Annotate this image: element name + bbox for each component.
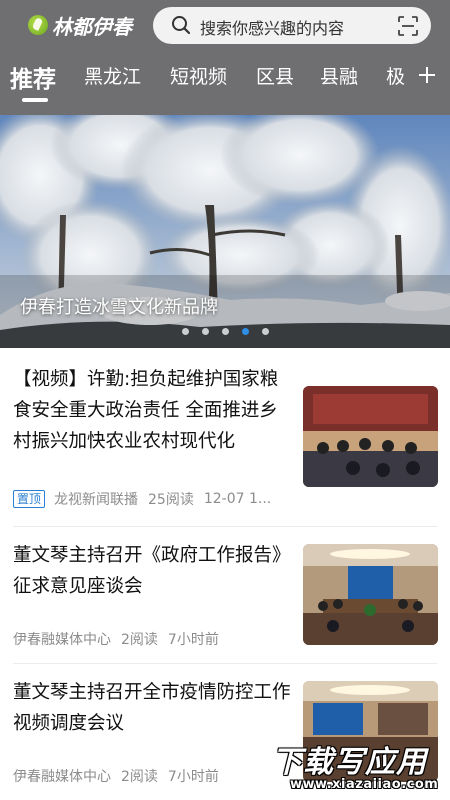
tab-recommend[interactable]: 推荐 — [10, 60, 56, 94]
watermark: 下载写应用 www.xiazaiiao.com — [268, 735, 446, 797]
add-channel-icon[interactable] — [416, 64, 438, 86]
tab-county-media[interactable]: 县融 — [320, 62, 358, 89]
carousel-dot[interactable] — [202, 328, 209, 335]
news-title[interactable]: 董文琴主持召开《政府工作报告》征求意见座谈会 — [13, 540, 293, 602]
watermark-url: www.xiazaiiao.com — [290, 777, 439, 792]
news-read-count: 2阅读 — [121, 769, 158, 785]
tab-more-truncated[interactable]: 极 — [386, 62, 405, 89]
news-thumbnail[interactable] — [303, 386, 438, 487]
news-meta: 伊春融媒体中心 2阅读 7小时前 — [13, 629, 229, 649]
active-tab-indicator — [22, 98, 48, 102]
news-source: 伊春融媒体中心 — [13, 769, 111, 785]
news-time: 12-07 1... — [203, 491, 272, 507]
news-source: 伊春融媒体中心 — [13, 632, 111, 648]
banner-carousel[interactable]: 伊春打造冰雪文化新品牌 — [0, 115, 450, 348]
channel-tabs: 推荐 黑龙江 短视频 区县 县融 极 — [0, 58, 450, 102]
header: 林都伊春 搜索你感兴趣的内容 推荐 黑龙江 短视频 区县 县融 极 — [0, 0, 450, 115]
carousel-dot-active[interactable] — [242, 328, 249, 335]
pinned-badge: 置顶 — [13, 490, 46, 508]
leaf-logo-icon — [28, 15, 48, 35]
tab-heilongjiang[interactable]: 黑龙江 — [84, 62, 141, 89]
news-title[interactable]: 【视频】许勤:担负起维护国家粮食安全重大政治责任 全面推进乡村振兴加快农业农村现… — [13, 364, 293, 457]
search-placeholder: 搜索你感兴趣的内容 — [200, 19, 345, 38]
carousel-dot[interactable] — [182, 328, 189, 335]
news-title[interactable]: 董文琴主持召开全市疫情防控工作视频调度会议 — [13, 677, 293, 739]
news-list-item[interactable]: 董文琴主持召开《政府工作报告》征求意见座谈会 伊春融媒体中心 2阅读 7小时前 — [0, 527, 450, 665]
watermark-main: 下载写应用 — [272, 745, 427, 780]
app-logo: 林都伊春 — [28, 10, 132, 40]
logo-text: 林都伊春 — [52, 14, 132, 39]
scan-icon[interactable] — [397, 15, 419, 37]
tab-districts[interactable]: 区县 — [256, 62, 294, 89]
carousel-dot[interactable] — [222, 328, 229, 335]
news-meta: 伊春融媒体中心 2阅读 7小时前 — [13, 766, 229, 786]
news-list-item[interactable]: 【视频】许勤:担负起维护国家粮食安全重大政治责任 全面推进乡村振兴加快农业农村现… — [0, 348, 450, 528]
banner-title: 伊春打造冰雪文化新品牌 — [20, 297, 218, 318]
carousel-dots — [182, 328, 269, 336]
carousel-dot[interactable] — [262, 328, 269, 335]
news-thumbnail[interactable] — [303, 544, 438, 645]
search-icon — [172, 16, 191, 35]
app-screen: 林都伊春 搜索你感兴趣的内容 推荐 黑龙江 短视频 区县 县融 极 伊春打造冰雪… — [0, 0, 450, 800]
news-meta: 置顶 龙视新闻联播 25阅读 12-07 1... — [13, 489, 281, 509]
news-read-count: 2阅读 — [121, 632, 158, 648]
news-time: 7小时前 — [167, 632, 219, 648]
tab-short-video[interactable]: 短视频 — [170, 62, 227, 89]
news-source: 龙视新闻联播 — [54, 492, 139, 508]
news-time: 7小时前 — [167, 769, 219, 785]
news-read-count: 25阅读 — [148, 492, 194, 508]
search-bar[interactable]: 搜索你感兴趣的内容 — [153, 7, 431, 44]
